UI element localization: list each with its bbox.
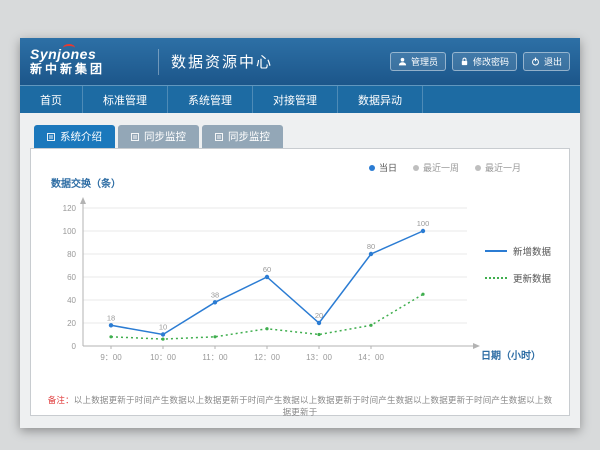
data-point-label: 80 <box>367 242 375 251</box>
nav-item-connection-mgmt[interactable]: 对接管理 <box>253 86 338 113</box>
tab-icon <box>215 133 223 141</box>
line-chart: 0 20 40 60 80 100 120 9：00 10：00 11：00 12：00 13：00 1… <box>47 194 483 378</box>
tab-bar: 系统介绍 同步监控 同步监控 <box>34 125 570 148</box>
tab-icon <box>131 133 139 141</box>
logo-accent <box>63 44 75 52</box>
y-tick-label: 80 <box>67 250 76 259</box>
y-axis-arrow <box>80 197 86 204</box>
data-point <box>265 327 268 330</box>
desktop-background: { "header": { "logo_text": "Synjones", "… <box>0 0 600 450</box>
y-tick-label: 20 <box>67 319 76 328</box>
y-tick-label: 40 <box>67 296 76 305</box>
x-tick-label: 10：00 <box>150 353 176 362</box>
content-panel: 当日 最近一周 最近一月 数据交换（条） 0 20 40 60 80 100 120 9：00… <box>30 148 570 416</box>
filter-dot-icon <box>475 165 481 171</box>
chart-y-axis-title: 数据交换（条） <box>51 175 553 190</box>
logo-text: Synjones <box>30 47 156 62</box>
tab-label: 同步监控 <box>228 129 270 144</box>
legend-item-updated-data[interactable]: 更新数据 <box>485 271 551 285</box>
logo: Synjones 新中新集团 <box>30 47 156 77</box>
power-icon <box>531 57 540 66</box>
footnote: 备注：以上数据更新于时间产生数据以上数据更新于时间产生数据以上数据更新于时间产生… <box>47 394 553 418</box>
legend-line-sample <box>485 250 507 252</box>
filter-label: 最近一周 <box>423 161 459 174</box>
filter-label: 当日 <box>379 161 397 174</box>
filter-last-week[interactable]: 最近一周 <box>413 161 459 174</box>
filter-last-month[interactable]: 最近一月 <box>475 161 521 174</box>
filter-dot-icon <box>413 165 419 171</box>
tab-sync-monitor-1[interactable]: 同步监控 <box>118 125 199 148</box>
app-header: Synjones 新中新集团 数据资源中心 管理员 修改密码 <box>20 38 580 85</box>
data-point <box>213 335 216 338</box>
logout-label: 退出 <box>544 55 562 68</box>
data-point <box>317 333 320 336</box>
x-tick-label: 14：00 <box>358 353 384 362</box>
chart-container: 0 20 40 60 80 100 120 9：00 10：00 11：00 12：00 13：00 1… <box>47 194 553 378</box>
data-point <box>109 335 112 338</box>
user-button-label: 管理员 <box>411 55 438 68</box>
tab-label: 系统介绍 <box>60 129 102 144</box>
data-point <box>317 321 321 325</box>
data-point <box>213 300 217 304</box>
series-legend: 新增数据 更新数据 <box>485 244 551 285</box>
data-point-label: 60 <box>263 265 271 274</box>
x-tick-label: 12：00 <box>254 353 280 362</box>
nav-item-data-change[interactable]: 数据异动 <box>338 86 423 113</box>
data-point-label: 18 <box>107 313 115 322</box>
y-tick-label: 100 <box>63 227 77 236</box>
filter-today[interactable]: 当日 <box>369 161 397 174</box>
series-line <box>111 231 423 335</box>
nav-item-standard-mgmt[interactable]: 标准管理 <box>83 86 168 113</box>
nav-item-system-mgmt[interactable]: 系统管理 <box>168 86 253 113</box>
data-point-label: 38 <box>211 290 219 299</box>
data-point <box>369 324 372 327</box>
data-point <box>421 293 424 296</box>
lock-icon <box>460 57 469 66</box>
tab-label: 同步监控 <box>144 129 186 144</box>
legend-item-new-data[interactable]: 新增数据 <box>485 244 551 258</box>
footnote-text: 以上数据更新于时间产生数据以上数据更新于时间产生数据以上数据更新于时间产生数据以… <box>74 395 553 417</box>
data-point <box>421 229 425 233</box>
content-area: 系统介绍 同步监控 同步监控 当日 最近一周 <box>20 113 580 428</box>
series-line <box>111 294 423 339</box>
app-window: Synjones 新中新集团 数据资源中心 管理员 修改密码 <box>20 38 580 428</box>
user-icon <box>398 57 407 66</box>
main-nav: 首页 标准管理 系统管理 对接管理 数据异动 <box>20 85 580 113</box>
change-password-button[interactable]: 修改密码 <box>452 52 517 71</box>
change-password-label: 修改密码 <box>473 55 509 68</box>
footnote-prefix: 备注： <box>48 395 74 405</box>
tab-system-intro[interactable]: 系统介绍 <box>34 125 115 148</box>
user-button[interactable]: 管理员 <box>390 52 446 71</box>
x-tick-label: 9：00 <box>100 353 122 362</box>
data-point <box>109 323 113 327</box>
legend-line-sample <box>485 277 507 279</box>
logo-subtext: 新中新集团 <box>30 63 156 76</box>
data-point-label: 100 <box>417 219 430 228</box>
data-point-label: 10 <box>159 323 167 332</box>
data-point <box>265 275 269 279</box>
logout-button[interactable]: 退出 <box>523 52 570 71</box>
x-tick-label: 13：00 <box>306 353 332 362</box>
page-title: 数据资源中心 <box>171 51 273 72</box>
data-point <box>161 338 164 341</box>
tab-icon <box>47 133 55 141</box>
chart-x-axis-title: 日期（小时） <box>481 347 541 362</box>
x-axis-arrow <box>473 343 480 349</box>
header-divider <box>158 49 159 75</box>
data-point-label: 20 <box>315 311 323 320</box>
y-tick-label: 60 <box>67 273 76 282</box>
legend-label: 新增数据 <box>513 244 551 258</box>
nav-item-home[interactable]: 首页 <box>20 86 83 113</box>
x-tick-label: 11：00 <box>202 353 228 362</box>
filter-dot-icon <box>369 165 375 171</box>
time-filter-legend: 当日 最近一周 最近一月 <box>369 161 521 174</box>
data-point <box>369 252 373 256</box>
header-actions: 管理员 修改密码 退出 <box>390 52 570 71</box>
data-point <box>161 332 165 336</box>
legend-label: 更新数据 <box>513 271 551 285</box>
y-tick-label: 120 <box>63 204 77 213</box>
y-tick-label: 0 <box>72 342 77 351</box>
tab-sync-monitor-2[interactable]: 同步监控 <box>202 125 283 148</box>
filter-label: 最近一月 <box>485 161 521 174</box>
